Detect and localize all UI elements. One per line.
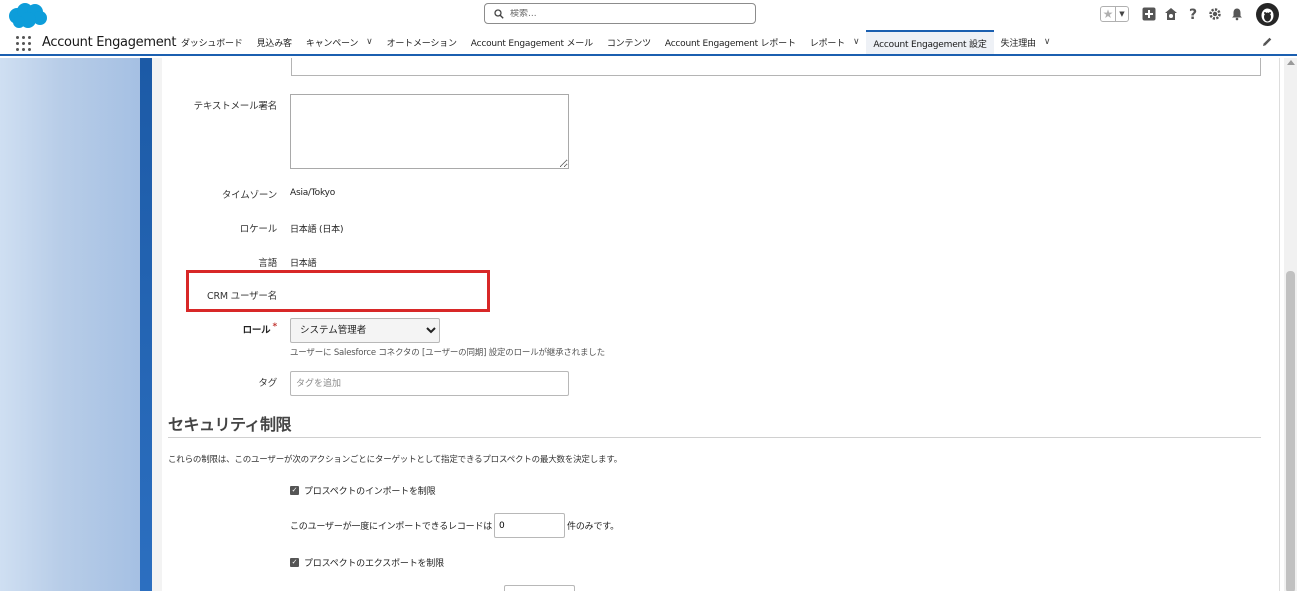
import-limit-prefix: このユーザーが一度にインポートできるレコードは (290, 522, 493, 532)
favorites-dropdown-icon[interactable]: ▼ (1116, 7, 1128, 21)
text-signature-label: テキストメール署名 (193, 101, 278, 112)
nav-item-automation[interactable]: オートメーション (380, 30, 464, 54)
nav-item-prospects[interactable]: 見込み客 (250, 30, 299, 54)
nav-item-campaigns[interactable]: キャンペーン ∨ (299, 30, 380, 54)
security-section-title: セキュリティ制限 (168, 415, 292, 434)
nav-item-content[interactable]: コンテンツ (600, 30, 658, 54)
salesforce-cloud-logo[interactable] (6, 2, 48, 29)
nav-item-label: 見込み客 (256, 38, 292, 49)
nav-item-reports[interactable]: レポート ∨ (803, 30, 867, 54)
global-header: ★ ▼ ? (0, 0, 1297, 30)
html-signature-textarea[interactable] (291, 58, 1261, 76)
role-label-row: ロール * (0, 322, 278, 336)
setup-gear-icon[interactable] (1207, 6, 1223, 22)
global-actions-plus-icon[interactable] (1141, 6, 1157, 22)
nav-item-lost-reasons[interactable]: 失注理由 ∨ (994, 30, 1058, 54)
page-scrollbar[interactable] (1284, 58, 1297, 591)
required-mark: * (272, 322, 277, 332)
crm-username-highlight-box (186, 270, 490, 312)
nav-item-label: オートメーション (386, 38, 457, 49)
tag-input[interactable] (290, 371, 569, 396)
limit-export-label: プロスペクトのエクスポートを制限 (304, 559, 444, 569)
import-limit-suffix: 件のみです。 (567, 522, 619, 532)
language-value: 日本語 (290, 259, 317, 269)
nav-item-ae-reports[interactable]: Account Engagement レポート (658, 30, 803, 54)
nav-item-dashboard[interactable]: ダッシュボード (174, 30, 250, 54)
tag-label: タグ (258, 378, 277, 389)
header-utility-icons: ★ ▼ ? (1100, 2, 1279, 26)
chevron-down-icon[interactable]: ∨ (1044, 37, 1051, 47)
nav-item-label: Account Engagement メール (470, 38, 593, 49)
limit-import-row[interactable]: ✓ プロスペクトのインポートを制限 (290, 484, 436, 497)
security-section-description: これらの制限は、このユーザーが次のアクションごとにターゲットとして指定できるプロ… (168, 455, 623, 465)
limit-export-row[interactable]: ✓ プロスペクトのエクスポートを制限 (290, 556, 444, 569)
edit-nav-pencil-icon[interactable] (1261, 36, 1273, 48)
nav-item-label: キャンペーン (305, 38, 359, 49)
role-label: ロール (242, 325, 271, 336)
help-question-icon[interactable]: ? (1185, 6, 1201, 22)
nav-item-label: ダッシュボード (181, 38, 243, 49)
import-limit-input[interactable] (494, 513, 566, 538)
nav-item-label: 失注理由 (1000, 38, 1036, 49)
scrollbar-thumb[interactable] (1286, 271, 1295, 591)
app-name: Account Engagement (42, 35, 177, 50)
import-limit-row: このユーザーが一度にインポートできるレコードは 件のみです。 (290, 513, 619, 538)
nav-item-ae-email[interactable]: Account Engagement メール (464, 30, 600, 54)
search-input[interactable] (510, 8, 730, 19)
export-limit-input[interactable] (504, 585, 575, 591)
language-label: 言語 (258, 258, 277, 269)
role-help-text: ユーザーに Salesforce コネクタの [ユーザーの同期] 設定のロールが… (290, 348, 605, 358)
nav-item-ae-settings[interactable]: Account Engagement 設定 (866, 30, 994, 54)
role-select[interactable]: システム管理者 (290, 318, 440, 343)
chevron-down-icon[interactable]: ∨ (366, 37, 373, 47)
user-avatar[interactable] (1256, 2, 1279, 26)
favorite-star-icon[interactable]: ★ (1101, 7, 1116, 21)
notification-bell-icon[interactable] (1229, 6, 1245, 22)
limit-export-checkbox[interactable]: ✓ (290, 558, 299, 567)
nav-item-label: Account Engagement 設定 (873, 39, 987, 50)
app-nav-bar: Account Engagement ダッシュボード 見込み客 キャンペーン ∨ … (0, 30, 1297, 56)
timezone-label: タイムゾーン (221, 190, 277, 201)
nav-items: ダッシュボード 見込み客 キャンペーン ∨ オートメーション Account En… (174, 30, 1057, 54)
limit-import-checkbox[interactable]: ✓ (290, 486, 299, 495)
global-search[interactable] (484, 3, 756, 24)
limit-import-label: プロスペクトのインポートを制限 (304, 487, 436, 497)
locale-value: 日本語 (日本) (290, 225, 344, 235)
app-launcher-icon[interactable] (16, 36, 31, 51)
section-divider (168, 437, 1261, 438)
timezone-value: Asia/Tokyo (290, 188, 336, 198)
nav-item-label: レポート (809, 38, 845, 49)
chevron-down-icon[interactable]: ∨ (853, 37, 860, 47)
search-icon (494, 8, 504, 19)
text-signature-textarea[interactable] (290, 94, 569, 169)
trailhead-guidance-icon[interactable] (1163, 6, 1179, 22)
locale-label: ロケール (239, 224, 277, 235)
scroll-up-arrow-icon[interactable] (1287, 60, 1295, 65)
favorites-group: ★ ▼ (1100, 6, 1129, 22)
nav-item-label: Account Engagement レポート (664, 38, 796, 49)
nav-item-label: コンテンツ (606, 38, 651, 49)
svg-text:?: ? (1189, 7, 1197, 21)
